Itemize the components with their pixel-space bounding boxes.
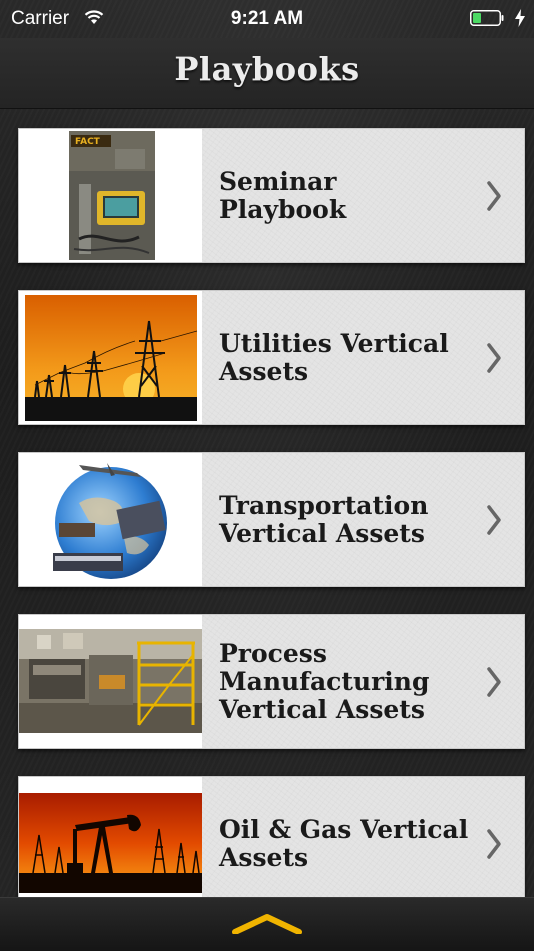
label-line: Process (219, 638, 327, 668)
playbook-label: Utilities Vertical Assets (219, 291, 479, 424)
manufacturing-thumbnail (19, 615, 202, 748)
label-line: Vertical Assets (219, 694, 425, 724)
playbook-label: Seminar Playbook (219, 129, 479, 262)
playbook-label: Oil & Gas Vertical Assets (219, 777, 479, 910)
chevron-right-icon (487, 504, 501, 535)
playbook-row-process-manufacturing[interactable]: Process Manufacturing Vertical Assets (18, 614, 525, 749)
label-line: Playbook (219, 194, 347, 224)
label-line: Assets (219, 842, 309, 872)
battery-icon (470, 10, 504, 26)
label-line: Manufacturing (219, 666, 430, 696)
transportation-thumbnail (19, 453, 202, 586)
playbook-row-transportation[interactable]: Transportation Vertical Assets (18, 452, 525, 587)
svg-text:FACT: FACT (75, 137, 101, 147)
playbook-row-seminar[interactable]: FACT Seminar Playbook (18, 128, 525, 263)
playbook-row-oil-gas[interactable]: Oil & Gas Vertical Assets (18, 776, 525, 911)
playbook-label: Transportation Vertical Assets (219, 453, 479, 586)
playbook-label: Process Manufacturing Vertical Assets (219, 615, 479, 748)
chevron-up-icon[interactable] (231, 912, 303, 934)
label-line: Assets (219, 356, 309, 386)
label-line: Vertical Assets (219, 518, 425, 548)
navigation-bar: Playbooks (0, 38, 534, 109)
page-title: Playbooks (174, 50, 360, 88)
chevron-right-icon (487, 828, 501, 859)
seminar-thumbnail: FACT (19, 129, 202, 262)
status-bar: Carrier 9:21 AM (0, 0, 534, 38)
label-line: Transportation (219, 490, 429, 520)
playbook-row-utilities[interactable]: Utilities Vertical Assets (18, 290, 525, 425)
chevron-right-icon (487, 666, 501, 697)
label-line: Seminar (219, 166, 337, 196)
oil-gas-thumbnail (19, 777, 202, 910)
chevron-right-icon (487, 180, 501, 211)
label-line: Oil & Gas Vertical (219, 814, 469, 844)
label-line: Utilities Vertical (219, 328, 449, 358)
bottom-toolbar (0, 897, 534, 951)
chevron-right-icon (487, 342, 501, 373)
clock: 9:21 AM (230, 8, 304, 29)
utilities-thumbnail (19, 291, 202, 424)
charging-bolt-icon (515, 9, 525, 27)
